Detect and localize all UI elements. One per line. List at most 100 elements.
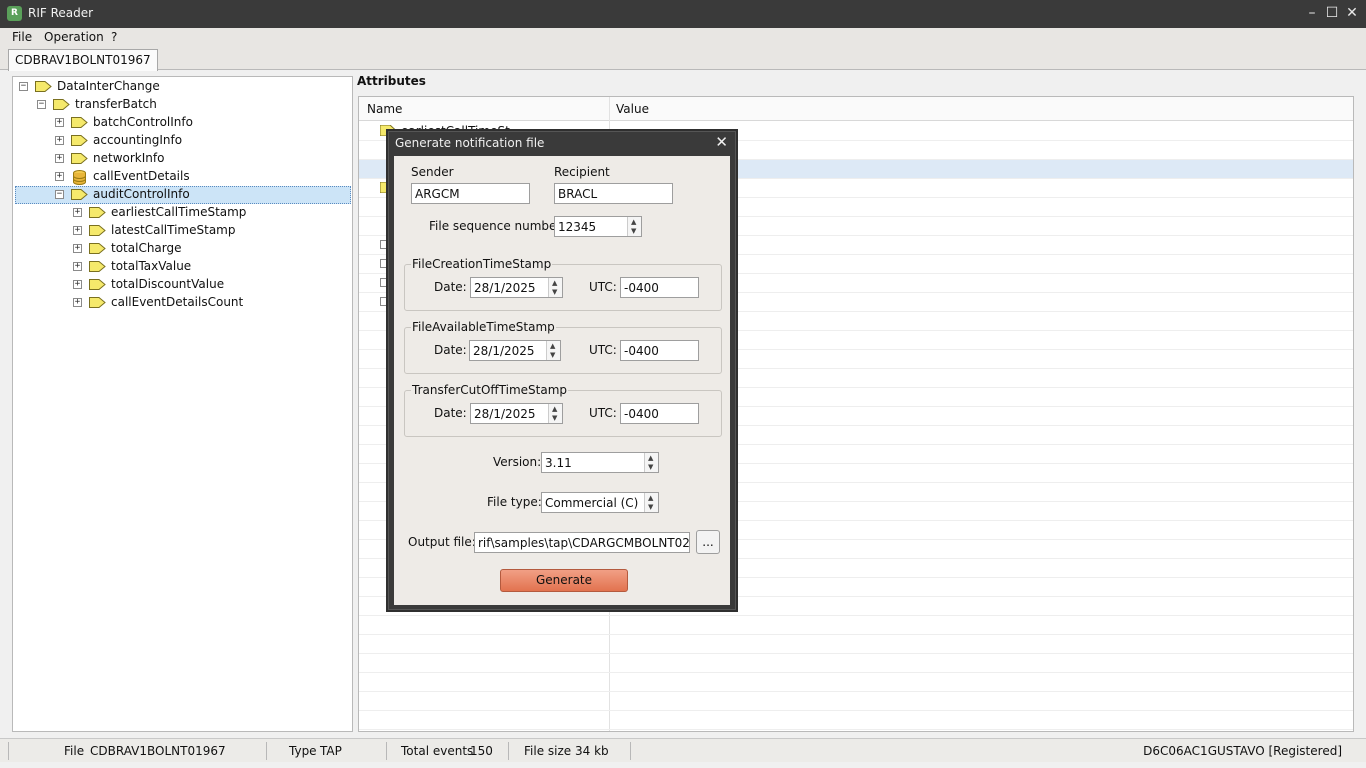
window-title: RIF Reader — [28, 6, 94, 20]
folder-icon — [89, 207, 106, 218]
expand-icon[interactable]: + — [55, 136, 64, 145]
folder-icon — [89, 225, 106, 236]
available-date-value: 28/1/2025 — [473, 344, 535, 358]
expand-icon[interactable]: + — [73, 208, 82, 217]
creation-group-title: FileCreationTimeStamp — [411, 257, 553, 271]
tree-node-label: callEventDetails — [93, 169, 190, 183]
generate-button[interactable]: Generate — [500, 569, 628, 592]
cutoff-group-title: TransferCutOffTimeStamp — [411, 383, 569, 397]
row-divider — [359, 729, 1353, 730]
cutoff-utc-input[interactable]: -0400 — [620, 403, 699, 424]
creation-date-label: Date: — [434, 280, 467, 294]
folder-icon — [71, 135, 88, 146]
version-value: 3.11 — [545, 456, 572, 470]
folder-icon — [53, 99, 70, 110]
file-sequence-stepper[interactable]: 12345 ▲ ▼ — [554, 216, 642, 237]
dialog-body: Sender ARGCM Recipient BRACL File sequen… — [394, 156, 730, 605]
tree-node-label: earliestCallTimeStamp — [111, 205, 247, 219]
creation-date-value: 28/1/2025 — [474, 281, 536, 295]
folder-icon — [89, 261, 106, 272]
available-utc-input[interactable]: -0400 — [620, 340, 699, 361]
dialog-close-icon[interactable]: ✕ — [715, 133, 728, 151]
file-sequence-value: 12345 — [558, 220, 597, 234]
generate-notification-dialog: Generate notification file ✕ Sender ARGC… — [388, 131, 736, 610]
expand-icon[interactable]: + — [55, 118, 64, 127]
available-utc-label: UTC: — [589, 343, 617, 357]
browse-button[interactable]: ... — [696, 530, 720, 554]
expand-icon[interactable]: + — [55, 154, 64, 163]
collapse-icon[interactable]: − — [37, 100, 46, 109]
status-registration: D6C06AC1GUSTAVO [Registered] — [1143, 744, 1342, 758]
app-icon: R — [7, 6, 22, 21]
row-divider — [359, 710, 1353, 711]
version-select[interactable]: 3.11 ▲ ▼ — [541, 452, 659, 473]
file-type-select[interactable]: Commercial (C) ▲ ▼ — [541, 492, 659, 513]
available-date-picker[interactable]: 28/1/2025 ▲ ▼ — [469, 340, 561, 361]
tree-node-label: callEventDetailsCount — [111, 295, 244, 309]
status-type-label: Type — [289, 744, 317, 758]
menu-bar: File Operation ? — [0, 28, 1366, 48]
column-name-header[interactable]: Name — [367, 102, 402, 116]
spin-arrows-icon[interactable]: ▲ ▼ — [644, 493, 658, 512]
expand-icon[interactable]: + — [73, 244, 82, 253]
folder-icon — [35, 81, 52, 92]
output-file-input[interactable]: rif\samples\tap\CDARGCMBOLNT02941 — [474, 532, 690, 553]
status-separator — [386, 742, 387, 760]
attributes-title: Attributes — [357, 74, 426, 88]
status-size-value: 34 kb — [575, 744, 609, 758]
tree-panel: − DataInterChange − transferBatch + batchCont… — [12, 76, 353, 732]
collapse-icon[interactable]: − — [55, 190, 64, 199]
folder-icon — [71, 117, 88, 128]
tree-node-label: totalDiscountValue — [111, 277, 225, 291]
expand-icon[interactable]: + — [73, 280, 82, 289]
tree-node-label: DataInterChange — [57, 79, 160, 93]
column-value-header[interactable]: Value — [616, 102, 649, 116]
expand-icon[interactable]: + — [73, 298, 82, 307]
expand-icon[interactable]: + — [73, 262, 82, 271]
collapse-icon[interactable]: − — [19, 82, 28, 91]
sender-input[interactable]: ARGCM — [411, 183, 530, 204]
status-file-label: File — [64, 744, 85, 758]
menu-operation[interactable]: Operation — [44, 30, 104, 44]
tab-file[interactable]: CDBRAV1BOLNT01967 — [8, 49, 158, 71]
tree-node-label: batchControlInfo — [93, 115, 193, 129]
status-size-label: File size — [524, 744, 572, 758]
close-button[interactable]: ✕ — [1343, 4, 1361, 22]
row-divider — [359, 634, 1353, 635]
minimize-button[interactable]: – — [1303, 4, 1321, 22]
creation-date-picker[interactable]: 28/1/2025 ▲ ▼ — [470, 277, 563, 298]
maximize-button[interactable]: ☐ — [1323, 4, 1341, 22]
folder-icon — [89, 279, 106, 290]
tree-node-label: networkInfo — [93, 151, 165, 165]
cutoff-date-picker[interactable]: 28/1/2025 ▲ ▼ — [470, 403, 563, 424]
menu-help[interactable]: ? — [111, 30, 117, 44]
spin-arrows-icon[interactable]: ▲ ▼ — [548, 404, 562, 423]
available-timestamp-group: FileAvailableTimeStamp Date: 28/1/2025 ▲… — [404, 320, 722, 374]
row-divider — [359, 653, 1353, 654]
dialog-title: Generate notification file — [395, 136, 545, 150]
status-events-label: Total events — [401, 744, 474, 758]
tree-node-label: totalTaxValue — [111, 259, 192, 273]
expand-icon[interactable]: + — [55, 172, 64, 181]
available-date-label: Date: — [434, 343, 467, 357]
recipient-input[interactable]: BRACL — [554, 183, 673, 204]
tree-node-label: accountingInfo — [93, 133, 183, 147]
file-type-value: Commercial (C) — [545, 496, 639, 510]
spin-arrows-icon[interactable]: ▲ ▼ — [548, 278, 562, 297]
cutoff-date-value: 28/1/2025 — [474, 407, 536, 421]
cutoff-timestamp-group: TransferCutOffTimeStamp Date: 28/1/2025 … — [404, 383, 722, 437]
menu-file[interactable]: File — [12, 30, 32, 44]
table-header: Name Value — [359, 97, 1353, 121]
status-separator — [508, 742, 509, 760]
folder-icon — [89, 297, 106, 308]
spin-arrows-icon[interactable]: ▲ ▼ — [627, 217, 641, 236]
expand-icon[interactable]: + — [73, 226, 82, 235]
cutoff-utc-label: UTC: — [589, 406, 617, 420]
recipient-label: Recipient — [554, 165, 610, 179]
spin-arrows-icon[interactable]: ▲ ▼ — [644, 453, 658, 472]
folder-icon — [89, 243, 106, 254]
status-separator — [266, 742, 267, 760]
row-divider — [359, 672, 1353, 673]
spin-arrows-icon[interactable]: ▲ ▼ — [546, 341, 560, 360]
creation-utc-input[interactable]: -0400 — [620, 277, 699, 298]
